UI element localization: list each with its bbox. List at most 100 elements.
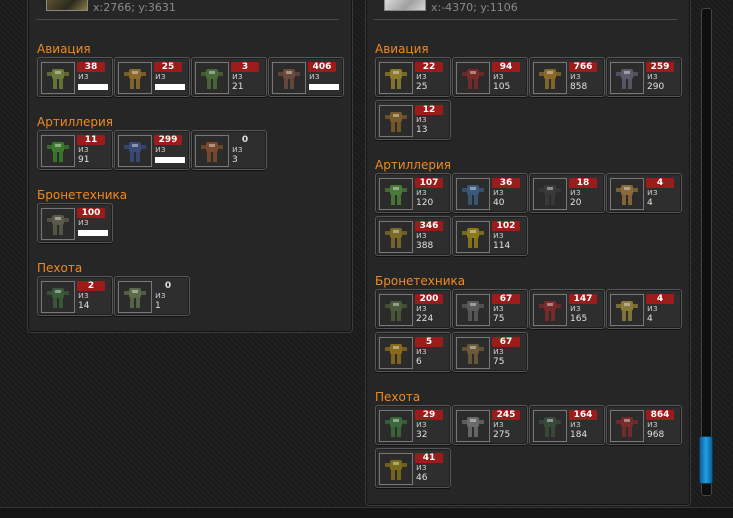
unit-of-label: из <box>493 420 504 430</box>
unit-total: 25 <box>416 82 428 92</box>
unit-total: 32 <box>416 430 428 440</box>
unit-of-label: из <box>570 188 581 198</box>
unit-count-badge: 5 <box>415 337 443 347</box>
unit-card[interactable]: 36 из 40 <box>452 173 528 213</box>
unit-card[interactable]: 18 из 20 <box>529 173 605 213</box>
unit-count-badge: 67 <box>492 294 520 304</box>
unit-card[interactable]: 94 из 105 <box>452 57 528 97</box>
scrollbar-thumb[interactable] <box>699 436 713 484</box>
unit-total: 20 <box>570 198 582 208</box>
unit-portrait-icon <box>41 135 75 167</box>
unit-portrait-icon <box>41 281 75 313</box>
unit-count-badge: 164 <box>569 410 597 420</box>
unit-card[interactable]: 4 из 4 <box>606 173 682 213</box>
unit-of-label: из <box>416 115 427 125</box>
base-coordinates: x:-4370; y:1106 <box>431 1 518 14</box>
unit-count-badge: 299 <box>154 135 182 145</box>
unit-portrait-icon <box>610 62 644 94</box>
unit-card[interactable]: 12 из 13 <box>375 100 451 140</box>
unit-count-badge: 36 <box>492 178 520 188</box>
unit-total: 120 <box>416 198 434 208</box>
unit-card[interactable]: 299 из <box>114 130 190 170</box>
left-army-panel: x:2766; y:3631 Авиация 38 из 25 из 3 из 21 406 из… <box>27 0 353 333</box>
unit-of-label: из <box>232 72 243 82</box>
unit-card[interactable]: 259 из 290 <box>606 57 682 97</box>
unit-total: 6 <box>416 357 422 367</box>
unit-of-label: из <box>647 188 658 198</box>
unit-portrait-icon <box>456 337 490 369</box>
unit-portrait-icon <box>533 62 567 94</box>
unit-card[interactable]: 41 из 46 <box>375 448 451 488</box>
unit-of-label: из <box>416 72 427 82</box>
unit-total: 4 <box>647 198 653 208</box>
unit-count-badge: 25 <box>154 62 182 72</box>
unit-portrait-icon <box>533 294 567 326</box>
unit-card[interactable]: 200 из 224 <box>375 289 451 329</box>
unit-total-hidden <box>155 84 185 90</box>
unit-count-badge: 864 <box>646 410 674 420</box>
unit-card[interactable]: 4 из 4 <box>606 289 682 329</box>
category-label: Артиллерия <box>37 115 113 129</box>
divider <box>36 19 339 20</box>
unit-of-label: из <box>78 291 89 301</box>
unit-portrait-icon <box>610 178 644 210</box>
unit-total: 388 <box>416 241 434 251</box>
unit-card[interactable]: 0 из 1 <box>114 276 190 316</box>
unit-count-badge: 38 <box>77 62 105 72</box>
unit-of-label: из <box>78 72 89 82</box>
unit-portrait-icon <box>379 410 413 442</box>
category-label: Артиллерия <box>375 158 451 172</box>
unit-total: 290 <box>647 82 665 92</box>
unit-card[interactable]: 107 из 120 <box>375 173 451 213</box>
unit-card[interactable]: 5 из 6 <box>375 332 451 372</box>
unit-count-badge: 29 <box>415 410 443 420</box>
category-label: Бронетехника <box>37 188 128 202</box>
scrollbar-track[interactable] <box>701 8 712 496</box>
unit-of-label: из <box>309 72 320 82</box>
category-label: Авиация <box>37 42 91 56</box>
unit-of-label: из <box>570 72 581 82</box>
unit-of-label: из <box>155 145 166 155</box>
unit-card[interactable]: 164 из 184 <box>529 405 605 445</box>
unit-count-badge: 18 <box>569 178 597 188</box>
base-thumbnail <box>384 0 426 11</box>
unit-total: 275 <box>493 430 511 440</box>
unit-card[interactable]: 147 из 165 <box>529 289 605 329</box>
unit-card[interactable]: 25 из <box>114 57 190 97</box>
unit-card[interactable]: 67 из 75 <box>452 289 528 329</box>
unit-card[interactable]: 102 из 114 <box>452 216 528 256</box>
unit-total: 91 <box>78 155 90 165</box>
unit-card[interactable]: 22 из 25 <box>375 57 451 97</box>
unit-card[interactable]: 67 из 75 <box>452 332 528 372</box>
unit-count-badge: 259 <box>646 62 674 72</box>
unit-portrait-icon <box>456 294 490 326</box>
unit-card[interactable]: 38 из <box>37 57 113 97</box>
unit-of-label: из <box>416 463 427 473</box>
unit-card[interactable]: 11 из 91 <box>37 130 113 170</box>
unit-count-badge: 22 <box>415 62 443 72</box>
unit-of-label: из <box>570 304 581 314</box>
category-label: Авиация <box>375 42 429 56</box>
unit-count-badge: 100 <box>77 208 105 218</box>
unit-card[interactable]: 0 из 3 <box>191 130 267 170</box>
unit-card[interactable]: 864 из 968 <box>606 405 682 445</box>
unit-of-label: из <box>647 420 658 430</box>
unit-card[interactable]: 2 из 14 <box>37 276 113 316</box>
category-label: Пехота <box>375 390 421 404</box>
unit-card[interactable]: 346 из 388 <box>375 216 451 256</box>
unit-total: 14 <box>78 301 90 311</box>
unit-card[interactable]: 766 из 858 <box>529 57 605 97</box>
unit-total: 40 <box>493 198 505 208</box>
unit-count-badge: 0 <box>241 135 249 145</box>
unit-count-badge: 107 <box>415 178 443 188</box>
unit-card[interactable]: 245 из 275 <box>452 405 528 445</box>
unit-total: 114 <box>493 241 511 251</box>
unit-card[interactable]: 406 из <box>268 57 344 97</box>
unit-portrait-icon <box>456 410 490 442</box>
unit-portrait-icon <box>379 221 413 253</box>
unit-count-badge: 766 <box>569 62 597 72</box>
bottom-bar <box>0 507 733 518</box>
unit-card[interactable]: 100 из <box>37 203 113 243</box>
unit-card[interactable]: 3 из 21 <box>191 57 267 97</box>
unit-card[interactable]: 29 из 32 <box>375 405 451 445</box>
